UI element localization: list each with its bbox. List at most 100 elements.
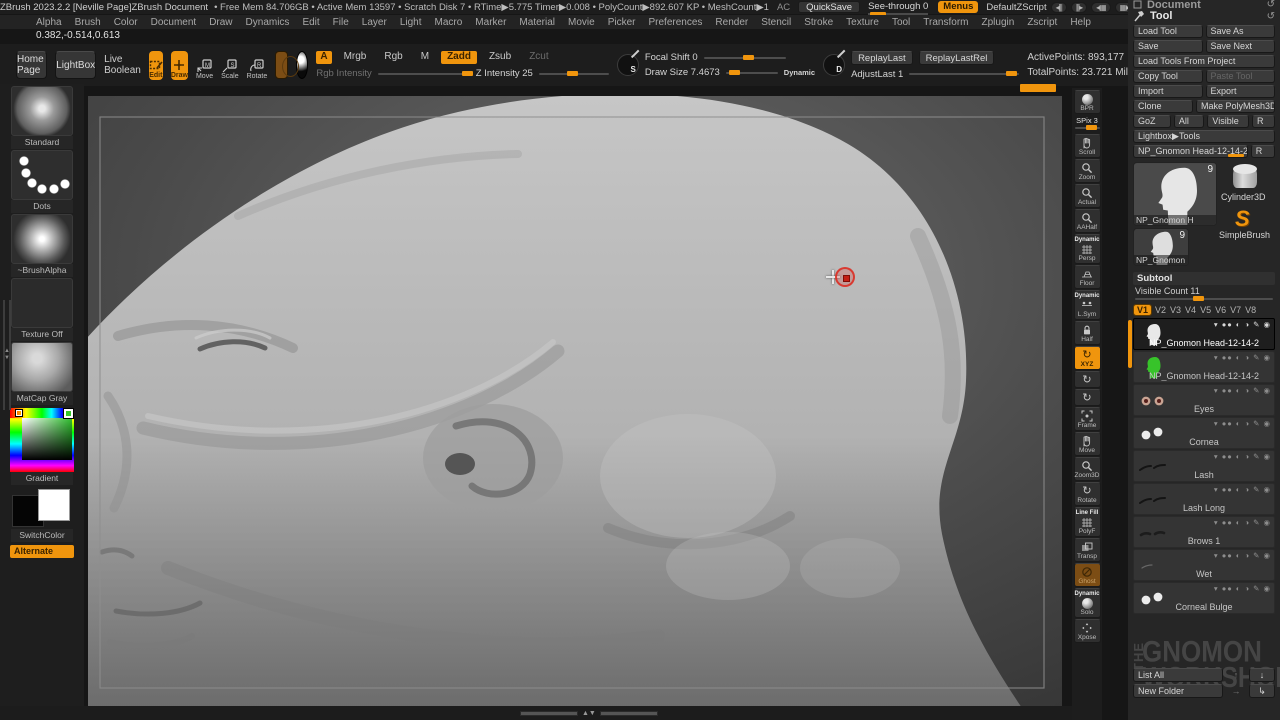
dynamic-draw-size-toggle[interactable]: Dynamic bbox=[784, 68, 815, 77]
z-intensity-slider[interactable] bbox=[539, 73, 609, 75]
subtool-toggle-icons[interactable]: ▾ ●● ◐ ◑ ✎ ◉ bbox=[1214, 353, 1271, 362]
strip-xpose-button[interactable]: Xpose bbox=[1074, 619, 1101, 643]
tool-all-button[interactable]: All bbox=[1174, 115, 1204, 128]
menu-brush[interactable]: Brush bbox=[75, 17, 101, 28]
active-tool-thumbnail[interactable]: 9 NP_Gnomon H bbox=[1133, 162, 1217, 226]
menu-light[interactable]: Light bbox=[400, 17, 422, 28]
tool-r-button[interactable]: R bbox=[1251, 145, 1275, 158]
menu-color[interactable]: Color bbox=[114, 17, 138, 28]
see-through-slider[interactable]: See-through 0 bbox=[868, 1, 928, 13]
z-intensity-handle[interactable] bbox=[567, 71, 578, 76]
cylinder3d-tool[interactable] bbox=[1231, 164, 1261, 190]
left-tray-resize-handle[interactable]: ▲▼ bbox=[3, 300, 13, 410]
menu-render[interactable]: Render bbox=[715, 17, 748, 28]
tool-goz-button[interactable]: GoZ bbox=[1133, 115, 1171, 128]
tool-copy-tool-button[interactable]: Copy Tool bbox=[1133, 70, 1203, 83]
subtool-tab-v4[interactable]: V4 bbox=[1185, 305, 1196, 315]
replay-last-rel-button[interactable]: ReplayLastRel bbox=[919, 51, 995, 65]
list-all-button[interactable]: List All bbox=[1133, 668, 1223, 682]
menu-help[interactable]: Help bbox=[1070, 17, 1091, 28]
saturation-value-square[interactable] bbox=[22, 418, 72, 460]
menu-zplugin[interactable]: Zplugin bbox=[982, 17, 1015, 28]
dots-thumbnail[interactable] bbox=[11, 150, 73, 200]
simplebrush-tool[interactable]: S bbox=[1235, 206, 1250, 232]
zcut-button[interactable]: Zcut bbox=[523, 51, 554, 64]
strip-polyf-button[interactable]: Line FillPolyF bbox=[1074, 507, 1101, 537]
edit-mode-button[interactable]: Edit bbox=[149, 51, 163, 80]
menu-draw[interactable]: Draw bbox=[209, 17, 232, 28]
tool-clone-button[interactable]: Clone bbox=[1133, 100, 1193, 113]
recent-tool-thumbnail[interactable]: 9 NP_Gnomon H bbox=[1133, 228, 1189, 266]
tool-reset-icon[interactable]: ↺ bbox=[1267, 11, 1275, 22]
menu-alpha[interactable]: Alpha bbox=[36, 17, 62, 28]
menu-file[interactable]: File bbox=[333, 17, 349, 28]
strip-bpr-button[interactable]: BPR bbox=[1074, 90, 1101, 114]
m-button[interactable]: M bbox=[415, 51, 435, 64]
move-into-button[interactable]: ↳ bbox=[1249, 684, 1275, 698]
strip-rotate-button[interactable]: ↻Rotate bbox=[1074, 482, 1101, 506]
tool-import-button[interactable]: Import bbox=[1133, 85, 1203, 98]
focal-shift-handle[interactable] bbox=[743, 55, 754, 60]
menu-edit[interactable]: Edit bbox=[302, 17, 319, 28]
live-boolean-toggle[interactable]: Live Boolean bbox=[104, 54, 141, 76]
tool-lightbox-tools-button[interactable]: Lightbox▶Tools bbox=[1133, 130, 1275, 143]
rgb-intensity-handle[interactable] bbox=[462, 71, 473, 76]
strip-aahalf-button[interactable]: AAHalf bbox=[1074, 209, 1101, 233]
adjust-last-slider[interactable] bbox=[909, 73, 1019, 75]
tool-palette-header[interactable]: Tool ↺ bbox=[1133, 9, 1275, 23]
dock-left-panel-icon[interactable]: ◂▦ bbox=[1091, 2, 1111, 13]
strip-move-button[interactable]: Move bbox=[1074, 432, 1101, 456]
matcap-gray-thumbnail[interactable] bbox=[11, 342, 73, 392]
gradient-label[interactable]: Gradient bbox=[11, 472, 73, 485]
menu-transform[interactable]: Transform bbox=[923, 17, 968, 28]
menus-toggle-button[interactable]: Menus bbox=[938, 1, 978, 13]
tool-np-gnomon-head-12-14-2-button[interactable]: NP_Gnomon Head-12-14-2 bbox=[1133, 145, 1248, 158]
toggle-bar[interactable] bbox=[520, 711, 578, 716]
brush-slot-matcap-gray[interactable]: MatCap Gray bbox=[11, 342, 73, 405]
zadd-button[interactable]: Zadd bbox=[441, 51, 477, 64]
subtool-row-corneal-bulge[interactable]: ▾ ●● ◐ ◑ ✎ ◉Corneal Bulge bbox=[1133, 582, 1275, 614]
scale-gizmo-button[interactable]: S Scale bbox=[221, 51, 239, 80]
menu-material[interactable]: Material bbox=[519, 17, 555, 28]
document-reset-icon[interactable]: ↺ bbox=[1267, 0, 1275, 9]
draw-mode-button[interactable]: Draw bbox=[171, 51, 188, 80]
subtool-toggle-icons[interactable]: ▾ ●● ◐ ◑ ✎ ◉ bbox=[1214, 518, 1271, 527]
subtool-tab-v8[interactable]: V8 bbox=[1245, 305, 1256, 315]
alternate-button[interactable]: Alternate bbox=[10, 545, 74, 558]
subtool-header[interactable]: Subtool bbox=[1133, 272, 1275, 285]
menu-macro[interactable]: Macro bbox=[435, 17, 463, 28]
tool-export-button[interactable]: Export bbox=[1206, 85, 1276, 98]
focal-shift-dial[interactable]: S bbox=[617, 54, 639, 76]
color-cursor[interactable] bbox=[16, 410, 22, 416]
tool-r-button[interactable]: R bbox=[1252, 115, 1275, 128]
subtool-toggle-icons[interactable]: ▾ ●● ◐ ◑ ✎ ◉ bbox=[1214, 485, 1271, 494]
subtool-toggle-icons[interactable]: ▾ ●● ◐ ◑ ✎ ◉ bbox=[1214, 386, 1271, 395]
rotate-gizmo-button[interactable]: R Rotate bbox=[247, 51, 268, 80]
subtool-toggle-icons[interactable]: ▾ ●● ◐ ◑ ✎ ◉ bbox=[1214, 551, 1271, 560]
subtool-tab-v3[interactable]: V3 bbox=[1170, 305, 1181, 315]
subtool-row-cornea[interactable]: ▾ ●● ◐ ◑ ✎ ◉Cornea bbox=[1133, 417, 1275, 449]
visible-count-track[interactable] bbox=[1135, 298, 1273, 300]
menu-tool[interactable]: Tool bbox=[892, 17, 910, 28]
texture-off-thumbnail[interactable] bbox=[11, 278, 73, 328]
subtool-row-np-gnomon-head-12-14-2[interactable]: ▾ ●● ◐ ◑ ✎ ◉NP_Gnomon Head-12-14-2 bbox=[1133, 351, 1275, 383]
subtool-tab-v7[interactable]: V7 bbox=[1230, 305, 1241, 315]
visible-count-slider[interactable]: Visible Count 11 bbox=[1133, 285, 1275, 304]
quicksave-button[interactable]: QuickSave bbox=[798, 1, 860, 13]
subtool-row-np-gnomon-head-12-14-2[interactable]: ▾ ●● ◐ ◑ ✎ ◉NP_Gnomon Head-12-14-2 bbox=[1133, 318, 1275, 350]
subtool-row-brows-1[interactable]: ▾ ●● ◐ ◑ ✎ ◉Brows 1 bbox=[1133, 516, 1275, 548]
collapse-right-tray-icon[interactable]: |||▸ bbox=[1071, 2, 1087, 13]
color-picker[interactable] bbox=[10, 408, 74, 472]
menu-marker[interactable]: Marker bbox=[475, 17, 506, 28]
subtool-toggle-icons[interactable]: ▾ ●● ◐ ◑ ✎ ◉ bbox=[1214, 419, 1271, 428]
subtool-toggle-icons[interactable]: ▾ ●● ◐ ◑ ✎ ◉ bbox=[1214, 320, 1271, 329]
tool-visible-button[interactable]: Visible bbox=[1207, 115, 1249, 128]
spix-3-handle[interactable] bbox=[1086, 125, 1097, 130]
focal-shift-slider[interactable] bbox=[704, 57, 786, 59]
menu-stroke[interactable]: Stroke bbox=[804, 17, 833, 28]
strip-rot-button[interactable]: ↻ bbox=[1074, 371, 1101, 388]
lightbox-button[interactable]: LightBox bbox=[55, 51, 96, 79]
strip-actual-button[interactable]: Actual bbox=[1074, 184, 1101, 208]
draw-size-handle[interactable] bbox=[729, 70, 740, 75]
subtool-tab-v6[interactable]: V6 bbox=[1215, 305, 1226, 315]
